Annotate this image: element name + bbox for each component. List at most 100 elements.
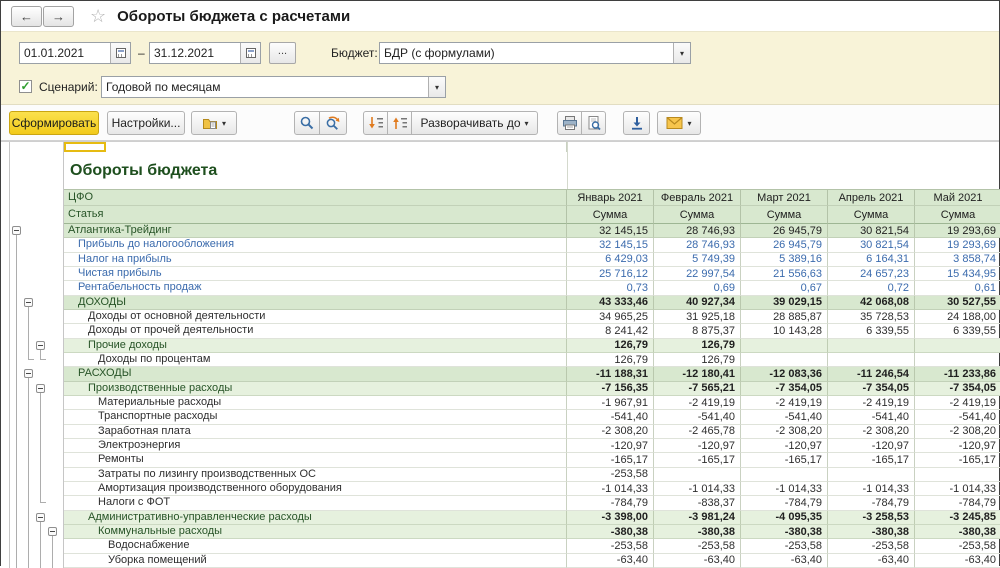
value-cell[interactable]: -120,97 [828, 439, 915, 453]
value-cell[interactable]: -11 246,54 [828, 367, 915, 381]
value-cell[interactable]: 32 145,15 [567, 238, 654, 252]
expand-groups-button[interactable] [387, 111, 412, 135]
value-cell[interactable]: -12 180,41 [654, 367, 741, 381]
column-header[interactable]: Апрель 2021 [828, 189, 915, 206]
group-expander[interactable] [48, 527, 57, 536]
value-cell[interactable]: -7 354,05 [915, 382, 1000, 396]
value-cell[interactable]: 6 429,03 [567, 253, 654, 267]
collapse-groups-button[interactable] [363, 111, 388, 135]
row-label[interactable]: Транспортные расходы [64, 410, 567, 424]
column-subheader[interactable]: Сумма [654, 206, 741, 224]
print-preview-button[interactable] [581, 111, 606, 135]
row-label[interactable]: Производственные расходы [64, 382, 567, 396]
save-button[interactable] [623, 111, 650, 135]
value-cell[interactable]: 126,79 [567, 353, 654, 367]
value-cell[interactable]: -784,79 [567, 496, 654, 510]
scenario-checkbox[interactable]: ✓ [19, 80, 32, 93]
value-cell[interactable] [915, 468, 1000, 482]
value-cell[interactable]: 40 927,34 [654, 296, 741, 310]
value-cell[interactable]: 0,72 [828, 281, 915, 295]
value-cell[interactable]: 26 945,79 [741, 224, 828, 238]
value-cell[interactable]: -1 014,33 [915, 482, 1000, 496]
group-expander[interactable] [36, 513, 45, 522]
group-expander[interactable] [36, 341, 45, 350]
value-cell[interactable]: 8 241,42 [567, 324, 654, 338]
value-cell[interactable]: -253,58 [654, 539, 741, 553]
period-more-button[interactable]: ... [269, 42, 296, 64]
value-cell[interactable]: -541,40 [828, 410, 915, 424]
report-variants-button[interactable]: ▾ [191, 111, 237, 135]
value-cell[interactable]: -380,38 [741, 525, 828, 539]
value-cell[interactable]: 28 746,93 [654, 224, 741, 238]
value-cell[interactable]: 0,73 [567, 281, 654, 295]
value-cell[interactable]: -1 014,33 [741, 482, 828, 496]
column-subheader[interactable]: Сумма [741, 206, 828, 224]
value-cell[interactable]: -2 465,78 [654, 425, 741, 439]
value-cell[interactable]: 30 821,54 [828, 224, 915, 238]
row-label[interactable]: Доходы от основной деятельности [64, 310, 567, 324]
row-label[interactable]: Затраты по лизингу производственных ОС [64, 468, 567, 482]
date-from-calendar-button[interactable] [110, 43, 130, 63]
value-cell[interactable]: -838,37 [654, 496, 741, 510]
strip-rest-cell[interactable] [567, 142, 1000, 152]
row-label[interactable]: Прочие доходы [64, 339, 567, 353]
value-cell[interactable]: 126,79 [567, 339, 654, 353]
value-cell[interactable]: 25 716,12 [567, 267, 654, 281]
value-cell[interactable]: 21 556,63 [741, 267, 828, 281]
group-expander[interactable] [36, 384, 45, 393]
value-cell[interactable]: 24 657,23 [828, 267, 915, 281]
value-cell[interactable]: 35 728,53 [828, 310, 915, 324]
value-cell[interactable]: -120,97 [741, 439, 828, 453]
value-cell[interactable]: -120,97 [654, 439, 741, 453]
value-cell[interactable]: -7 354,05 [828, 382, 915, 396]
selected-cell-indicator[interactable] [64, 142, 106, 152]
value-cell[interactable]: -7 354,05 [741, 382, 828, 396]
send-mail-button[interactable]: ▾ [657, 111, 701, 135]
value-cell[interactable]: -253,58 [828, 539, 915, 553]
value-cell[interactable]: -120,97 [567, 439, 654, 453]
column-subheader[interactable]: Сумма [828, 206, 915, 224]
value-cell[interactable]: -253,58 [741, 539, 828, 553]
value-cell[interactable]: -784,79 [741, 496, 828, 510]
value-cell[interactable]: -1 967,91 [567, 396, 654, 410]
value-cell[interactable]: -1 014,33 [654, 482, 741, 496]
value-cell[interactable]: 0,69 [654, 281, 741, 295]
value-cell[interactable]: -165,17 [567, 453, 654, 467]
value-cell[interactable]: -2 308,20 [567, 425, 654, 439]
value-cell[interactable] [828, 353, 915, 367]
row-label[interactable]: Водоснабжение [64, 539, 567, 553]
value-cell[interactable]: 0,61 [915, 281, 1000, 295]
row-label[interactable]: Коммунальные расходы [64, 525, 567, 539]
row-label[interactable]: Административно-управленческие расходы [64, 511, 567, 525]
value-cell[interactable]: 39 029,15 [741, 296, 828, 310]
generate-button[interactable]: Сформировать [9, 111, 99, 135]
value-cell[interactable]: -7 156,35 [567, 382, 654, 396]
row-label[interactable]: Рентабельность продаж [64, 281, 567, 295]
row-label[interactable]: Ремонты [64, 453, 567, 467]
value-cell[interactable]: 10 143,28 [741, 324, 828, 338]
value-cell[interactable]: -253,58 [567, 539, 654, 553]
value-cell[interactable]: -2 419,19 [741, 396, 828, 410]
value-cell[interactable]: -11 188,31 [567, 367, 654, 381]
value-cell[interactable]: -120,97 [915, 439, 1000, 453]
value-cell[interactable] [828, 339, 915, 353]
value-cell[interactable]: -11 233,86 [915, 367, 1000, 381]
column-subheader[interactable]: Сумма [915, 206, 1000, 224]
value-cell[interactable]: 8 875,37 [654, 324, 741, 338]
value-cell[interactable]: -165,17 [828, 453, 915, 467]
value-cell[interactable]: 34 965,25 [567, 310, 654, 324]
value-cell[interactable]: 5 749,39 [654, 253, 741, 267]
value-cell[interactable]: 28 746,93 [654, 238, 741, 252]
value-cell[interactable]: 28 885,87 [741, 310, 828, 324]
value-cell[interactable]: -380,38 [915, 525, 1000, 539]
column-header[interactable]: Май 2021 [915, 189, 1000, 206]
row-label[interactable]: Заработная плата [64, 425, 567, 439]
row-label[interactable]: Амортизация производственного оборудован… [64, 482, 567, 496]
group-expander[interactable] [12, 226, 21, 235]
value-cell[interactable]: 15 434,95 [915, 267, 1000, 281]
value-cell[interactable]: 26 945,79 [741, 238, 828, 252]
budget-dropdown-button[interactable]: ▾ [673, 43, 690, 63]
budget-combobox[interactable]: БДР (с формулами) ▾ [379, 42, 691, 64]
search-next-button[interactable] [319, 111, 347, 135]
value-cell[interactable]: -253,58 [567, 468, 654, 482]
